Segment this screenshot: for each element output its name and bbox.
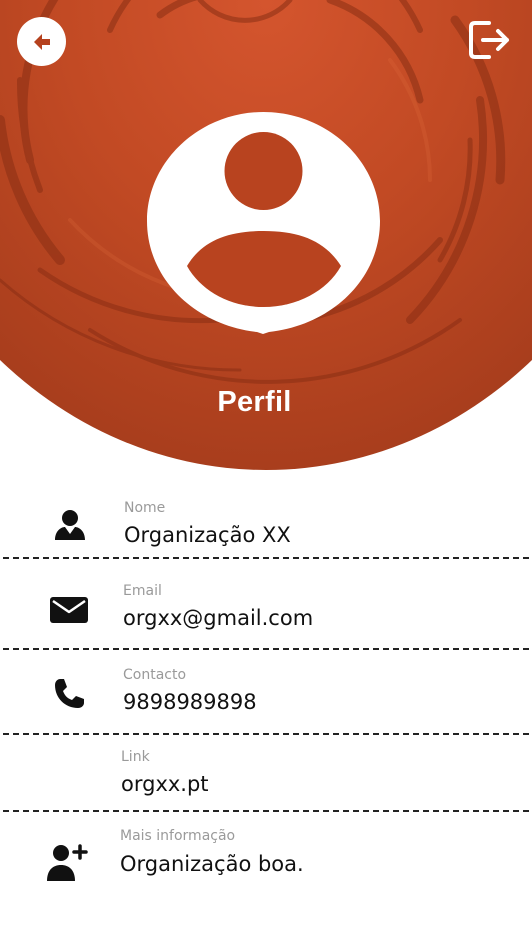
back-button[interactable] (17, 17, 66, 66)
field-nome: Nome Organização XX (0, 496, 532, 558)
divider (3, 810, 529, 812)
field-contacto: Contacto 9898989898 (0, 664, 532, 734)
field-email: Email orgxx@gmail.com (0, 578, 532, 648)
mail-icon (48, 594, 90, 626)
field-label: Email (123, 583, 162, 599)
phone-icon (50, 676, 88, 712)
person-add-icon (46, 844, 88, 882)
field-value: Organização XX (124, 523, 291, 547)
field-value: orgxx.pt (121, 772, 209, 796)
field-value: orgxx@gmail.com (123, 606, 314, 630)
person-icon (52, 508, 88, 542)
divider (3, 733, 529, 735)
user-avatar-icon (147, 111, 380, 334)
field-label: Nome (124, 500, 166, 516)
field-label: Contacto (123, 667, 187, 683)
logout-icon (469, 21, 509, 59)
field-value: Organização boa. (120, 852, 304, 876)
field-mais-informacao: Mais informação Organização boa. (0, 824, 532, 894)
divider (3, 648, 529, 650)
field-link: Link orgxx.pt (0, 746, 532, 810)
field-value: 9898989898 (123, 690, 257, 714)
profile-screen: Perfil Nome Organização XX Email orgxx@g… (0, 0, 532, 947)
field-label: Link (121, 749, 150, 765)
page-title: Perfil (217, 386, 292, 418)
divider (3, 557, 529, 559)
arrow-left-icon (33, 33, 50, 50)
logout-button[interactable] (466, 18, 512, 62)
field-label: Mais informação (120, 828, 236, 844)
